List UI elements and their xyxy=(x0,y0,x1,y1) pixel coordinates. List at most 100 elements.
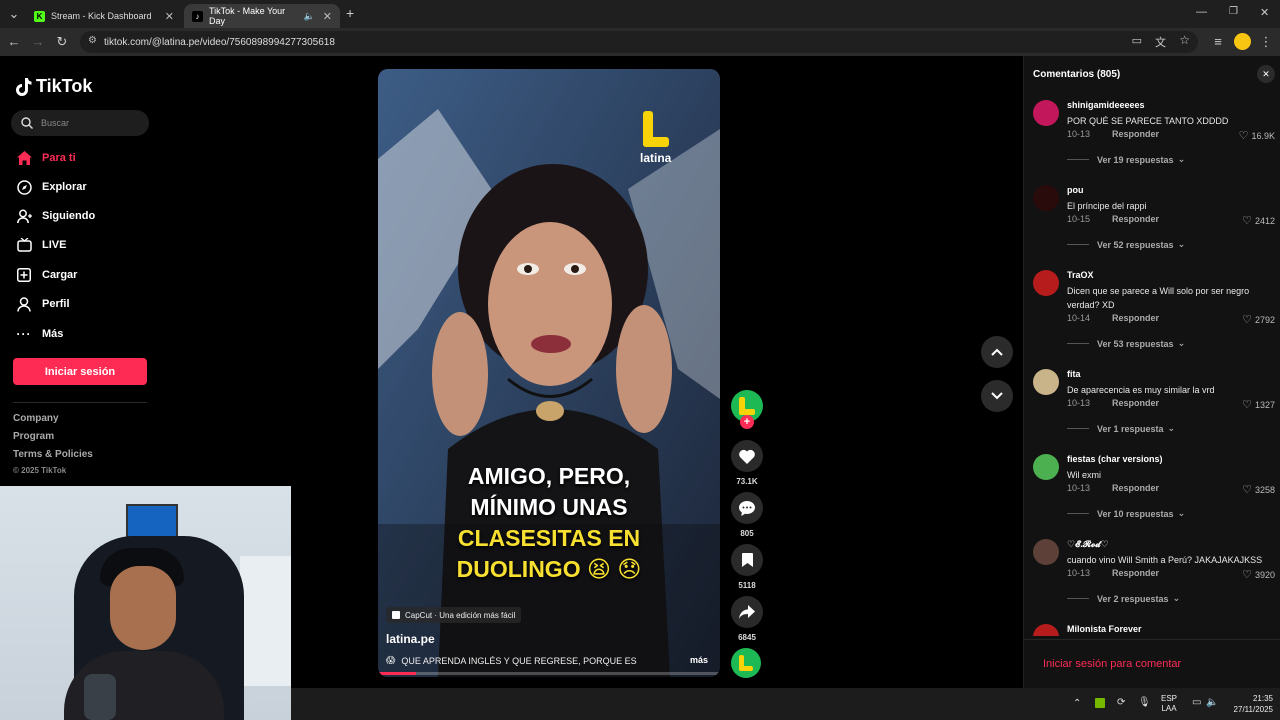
reply-button[interactable]: Responder xyxy=(1112,568,1159,578)
view-replies-button[interactable]: Ver 53 respuestas ⌄ xyxy=(1067,338,1185,349)
description-text: QUE APRENDA INGLÉS Y QUE REGRESE, PORQUE… xyxy=(401,655,637,666)
login-button[interactable]: Iniciar sesión xyxy=(13,358,147,385)
reply-button[interactable]: Responder xyxy=(1112,129,1159,139)
back-icon[interactable]: ← xyxy=(6,34,22,50)
reply-button[interactable]: Responder xyxy=(1112,214,1159,224)
nav-explorar[interactable]: Explorar xyxy=(16,177,87,197)
commenter-username[interactable]: ♡𝓔.𝓡𝓸𝓭♡ xyxy=(1067,539,1109,550)
tab-list-button[interactable]: ⌄ xyxy=(6,6,22,22)
emoji-icon: 😱 xyxy=(386,655,396,665)
site-info-icon[interactable]: ⚙ xyxy=(88,35,97,46)
view-replies-button[interactable]: Ver 52 respuestas ⌄ xyxy=(1067,239,1185,250)
nav-para-ti[interactable]: Para ti xyxy=(16,148,76,168)
author-avatar[interactable]: + xyxy=(731,390,763,429)
login-to-comment-link[interactable]: Iniciar sesión para comentar xyxy=(1043,658,1181,670)
close-comments-icon[interactable]: ✕ xyxy=(1257,65,1275,83)
footer-link-program[interactable]: Program xyxy=(13,431,54,442)
save-button[interactable]: 5118 xyxy=(731,544,763,590)
comment-like-button[interactable]: ♡ 3258 xyxy=(1242,483,1275,496)
comment-meta: 10-13 Responder xyxy=(1067,398,1159,408)
restore-icon[interactable]: ❐ xyxy=(1229,6,1238,17)
show-hidden-icons-icon[interactable]: ⌃ xyxy=(1073,698,1081,709)
previous-video-button[interactable] xyxy=(981,336,1013,368)
commenter-username[interactable]: fiestas (char versions) xyxy=(1067,454,1163,464)
commenter-avatar[interactable] xyxy=(1033,624,1059,636)
media-control-icon[interactable]: ≡ xyxy=(1210,34,1226,50)
follow-plus-icon[interactable]: + xyxy=(740,415,754,429)
nav-cargar[interactable]: Cargar xyxy=(16,265,77,285)
next-video-button[interactable] xyxy=(981,380,1013,412)
commenter-username[interactable]: fita xyxy=(1067,369,1081,379)
video-author[interactable]: latina.pe xyxy=(386,632,435,646)
address-bar[interactable]: ⚙ tiktok.com/@latina.pe/video/7560898994… xyxy=(80,31,1198,53)
profile-avatar-icon[interactable] xyxy=(1234,33,1251,50)
commenter-avatar[interactable] xyxy=(1033,454,1059,480)
commenter-avatar[interactable] xyxy=(1033,100,1059,126)
nav-siguiendo[interactable]: Siguiendo xyxy=(16,206,95,226)
footer-link-company[interactable]: Company xyxy=(13,413,59,424)
clock[interactable]: 21:35 27/11/2025 xyxy=(1231,693,1273,715)
close-icon[interactable]: ✕ xyxy=(323,10,332,23)
footer-link-terms[interactable]: Terms & Policies xyxy=(13,449,93,460)
nav-mas[interactable]: ··· Más xyxy=(16,324,64,344)
divider xyxy=(1024,639,1280,640)
commenter-avatar[interactable] xyxy=(1033,185,1059,211)
commenter-username[interactable]: Milonista Forever xyxy=(1067,624,1142,634)
nav-live[interactable]: LIVE xyxy=(16,235,66,255)
comment-like-button[interactable]: ♡ 2412 xyxy=(1242,214,1275,227)
comment-button[interactable]: 805 xyxy=(731,492,763,538)
reload-icon[interactable]: ↻ xyxy=(54,34,70,50)
comment-like-count: 16.9K xyxy=(1251,130,1275,141)
reply-button[interactable]: Responder xyxy=(1112,483,1159,493)
network-icon[interactable]: ▭ xyxy=(1192,697,1201,708)
reply-button[interactable]: Responder xyxy=(1112,398,1159,408)
volume-icon[interactable]: 🔈 xyxy=(1206,697,1218,708)
comment-text: cuando vino Will Smith a Perú? JAKAJAKAJ… xyxy=(1067,555,1263,565)
view-replies-button[interactable]: Ver 2 respuestas ⌄ xyxy=(1067,593,1180,604)
tiktok-logo[interactable]: TikTok xyxy=(16,76,92,97)
translate-icon[interactable]: 文 xyxy=(1155,34,1166,50)
forward-icon[interactable]: → xyxy=(30,34,46,50)
sync-icon[interactable]: ⟳ xyxy=(1117,697,1125,708)
tab-tiktok[interactable]: ♪ TikTok - Make Your Day 🔈 ✕ xyxy=(184,4,340,28)
comment-like-button[interactable]: ♡ 1327 xyxy=(1242,398,1275,411)
language-indicator[interactable]: ESP LAA xyxy=(1161,694,1177,714)
share-button[interactable]: 6845 xyxy=(731,596,763,642)
close-icon[interactable]: ✕ xyxy=(165,10,174,23)
search-input[interactable]: Buscar xyxy=(11,110,149,136)
progress-track[interactable] xyxy=(378,672,720,675)
view-replies-button[interactable]: Ver 19 respuestas ⌄ xyxy=(1067,154,1185,165)
commenter-avatar[interactable] xyxy=(1033,369,1059,395)
nav-label: Para ti xyxy=(42,152,76,164)
nav-perfil[interactable]: Perfil xyxy=(16,294,70,314)
comment-like-button[interactable]: ♡ 3920 xyxy=(1242,568,1275,581)
menu-kebab-icon[interactable]: ⋮ xyxy=(1258,34,1274,50)
replies-divider xyxy=(1067,513,1089,514)
window-close-icon[interactable]: ✕ xyxy=(1260,6,1269,19)
microphone-icon[interactable]: 🎙 xyxy=(1138,697,1151,708)
cast-icon[interactable]: ▭ xyxy=(1132,34,1142,47)
see-more-link[interactable]: más xyxy=(690,655,708,665)
reply-button[interactable]: Responder xyxy=(1112,313,1159,323)
commenter-username[interactable]: pou xyxy=(1067,185,1084,195)
commenter-avatar[interactable] xyxy=(1033,539,1059,565)
new-tab-button[interactable]: + xyxy=(346,5,354,21)
video-player[interactable]: latina AMIGO, PERO, MÍNIMO UNAS CLASESIT… xyxy=(378,69,720,677)
bookmark-star-icon[interactable]: ☆ xyxy=(1179,33,1190,47)
view-replies-button[interactable]: Ver 10 respuestas ⌄ xyxy=(1067,508,1185,519)
nvidia-icon[interactable] xyxy=(1095,698,1105,708)
speaker-icon[interactable]: 🔈 xyxy=(304,11,315,22)
tab-kick-dashboard[interactable]: K Stream - Kick Dashboard ✕ xyxy=(26,4,182,28)
minimize-icon[interactable]: — xyxy=(1196,6,1207,18)
commenter-username[interactable]: TraOX xyxy=(1067,270,1094,280)
commenter-username[interactable]: shinigamideeeees xyxy=(1067,100,1145,110)
comment-like-button[interactable]: ♡ 2792 xyxy=(1242,313,1275,326)
windows-taskbar: ⌃ ⟳ 🎙 ESP LAA ▭ 🔈 21:35 27/11/2025 xyxy=(291,688,1280,720)
heart-outline-icon: ♡ xyxy=(1242,314,1252,326)
comment-like-button[interactable]: ♡ 16.9K xyxy=(1239,129,1275,142)
view-replies-button[interactable]: Ver 1 respuesta ⌄ xyxy=(1067,423,1175,434)
sound-avatar[interactable] xyxy=(731,648,763,678)
capcut-badge[interactable]: CapCut · Una edición más fácil xyxy=(386,607,522,623)
like-button[interactable]: 73.1K xyxy=(731,440,763,486)
commenter-avatar[interactable] xyxy=(1033,270,1059,296)
